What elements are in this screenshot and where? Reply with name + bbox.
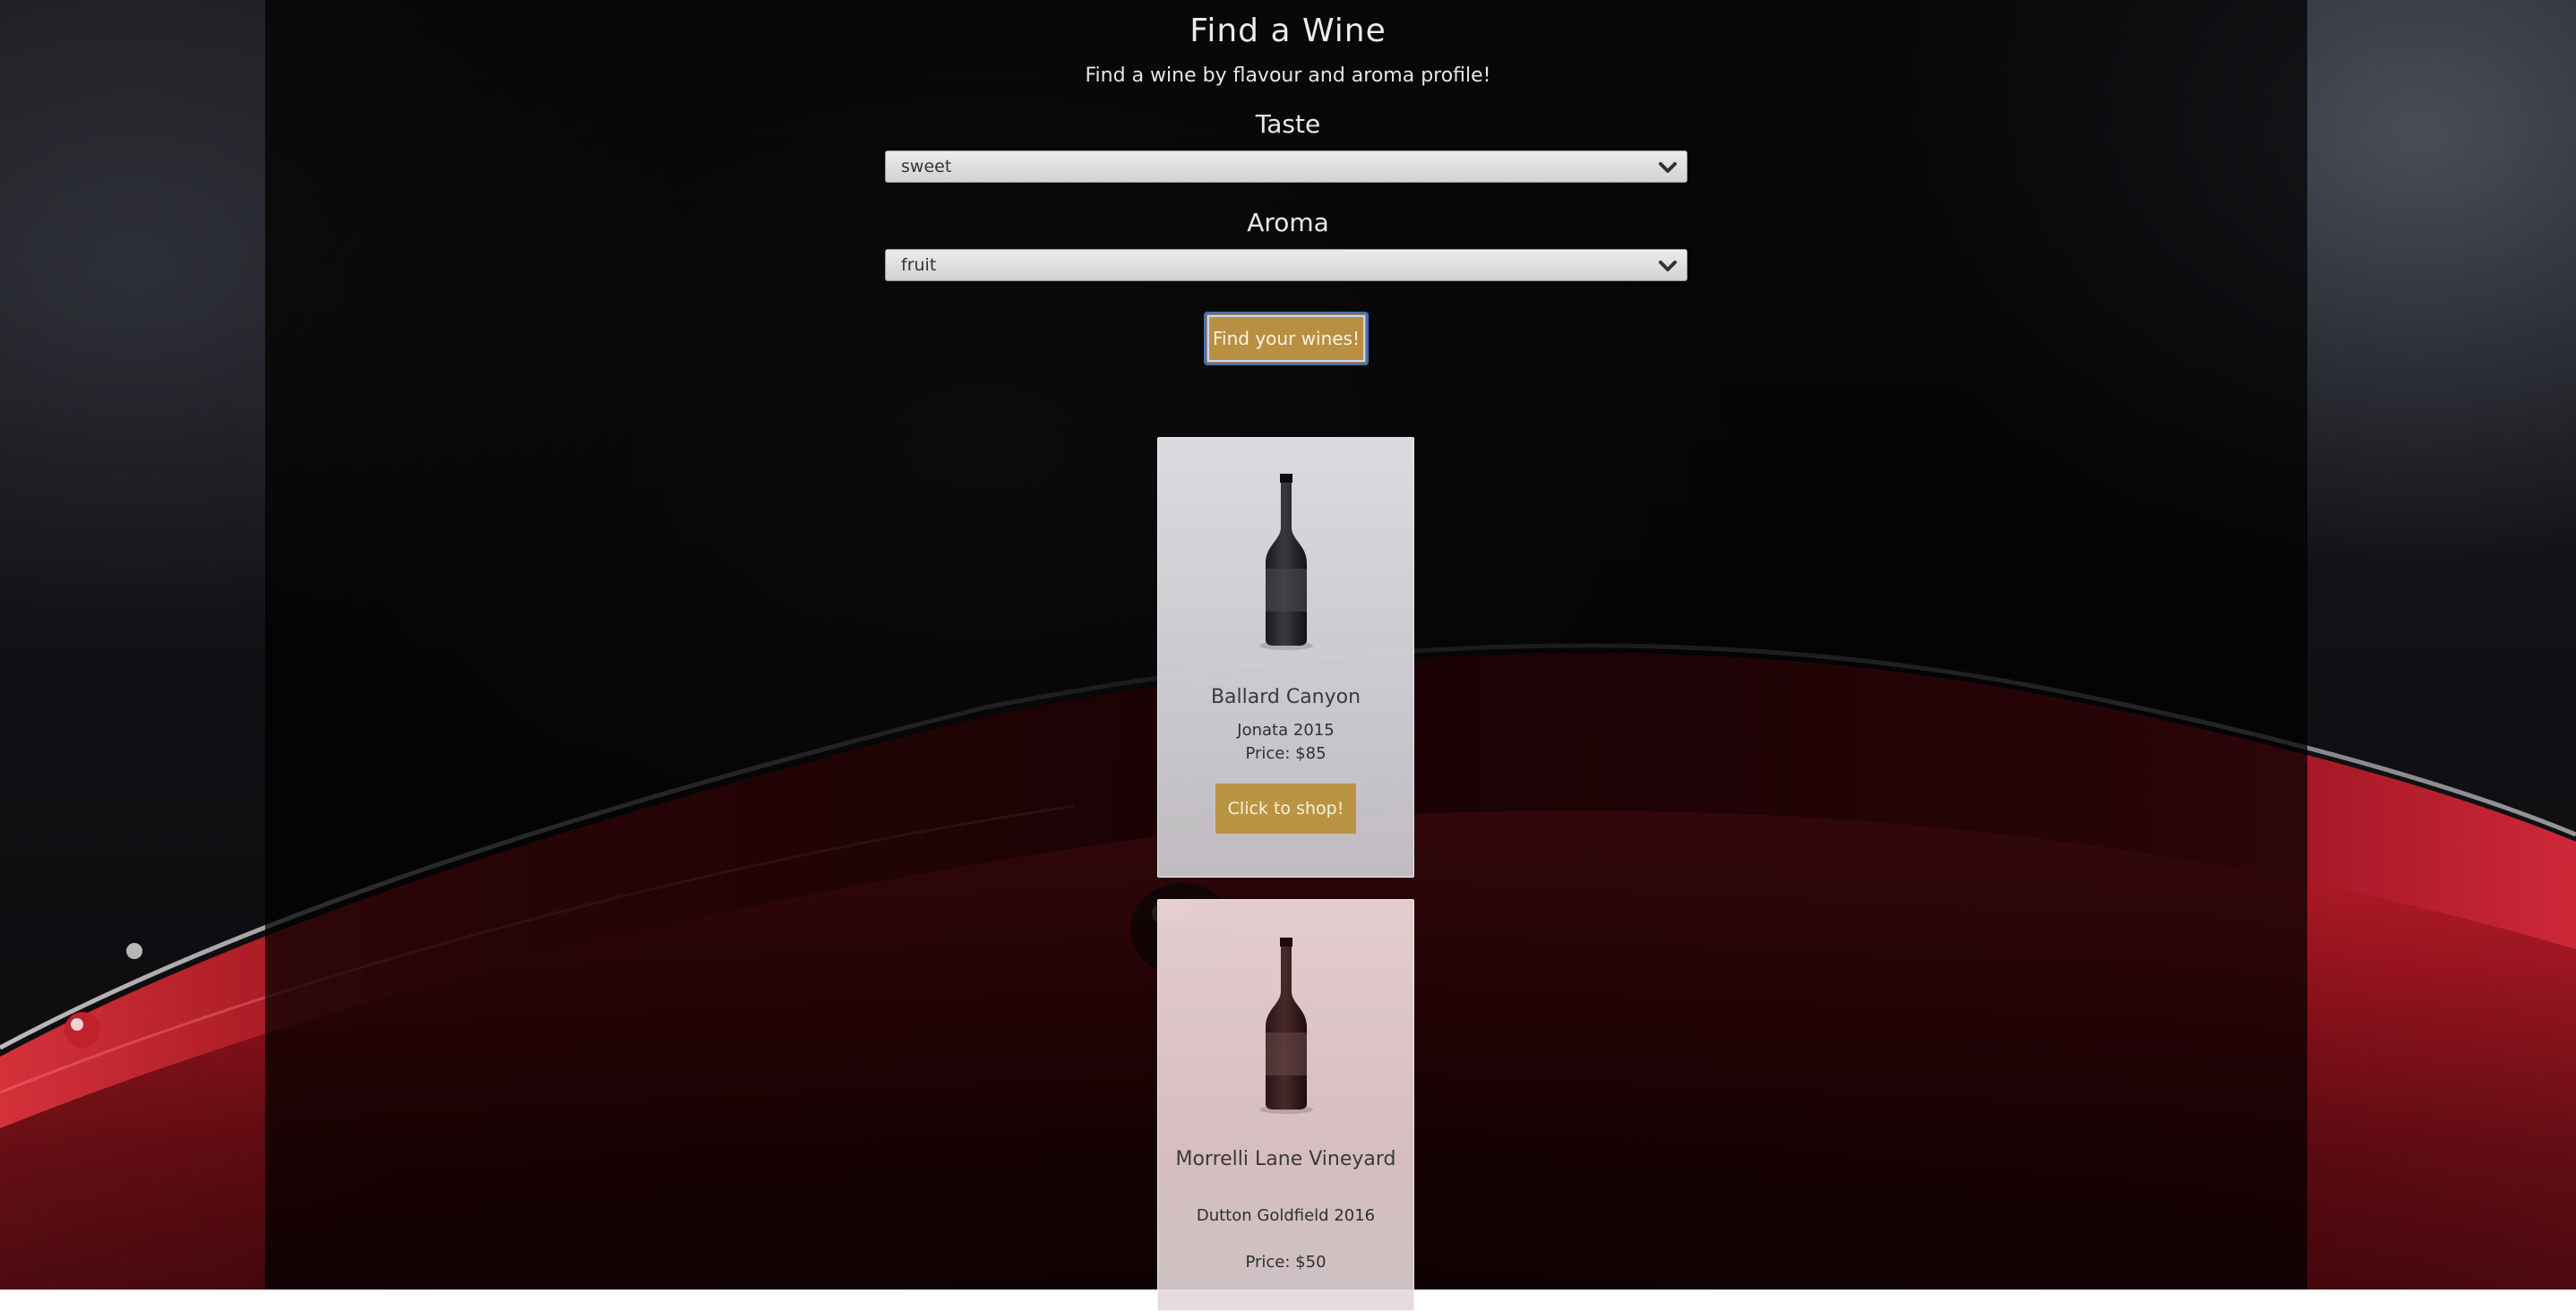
chevron-down-icon [1659, 261, 1677, 271]
taste-select-value: sweet [901, 157, 952, 176]
wine-bottle-icon [1259, 938, 1313, 1114]
wine-price: Price: $50 [1245, 1253, 1327, 1272]
wine-producer: Dutton Goldfield 2016 [1196, 1206, 1376, 1225]
chevron-down-icon [1659, 162, 1677, 173]
page-subtitle: Find a wine by flavour and aroma profile… [1085, 64, 1491, 87]
wine-droplet-shine [71, 1018, 83, 1031]
wine-card: Morrelli Lane Vineyard Dutton Goldfield … [1157, 899, 1414, 1311]
wine-name: Morrelli Lane Vineyard [1175, 1148, 1396, 1170]
find-wines-button[interactable]: Find your wines! [1204, 312, 1369, 365]
wine-name: Ballard Canyon [1210, 686, 1361, 708]
shop-button[interactable]: Click to shop! [1215, 784, 1356, 834]
page-title: Find a Wine [1189, 13, 1387, 49]
aroma-label: Aroma [1247, 208, 1329, 237]
taste-label: Taste [1255, 109, 1321, 139]
aroma-select[interactable]: fruit [885, 249, 1687, 281]
aroma-select-value: fruit [901, 255, 937, 275]
wine-droplet-small [126, 943, 142, 959]
wine-price: Price: $85 [1245, 744, 1327, 763]
wine-bottle-icon [1259, 474, 1313, 650]
wine-card: Ballard Canyon Jonata 2015 Price: $85 Cl… [1157, 437, 1414, 878]
taste-select[interactable]: sweet [885, 150, 1687, 183]
wine-producer: Jonata 2015 [1237, 721, 1335, 740]
wine-droplet [64, 1012, 100, 1048]
